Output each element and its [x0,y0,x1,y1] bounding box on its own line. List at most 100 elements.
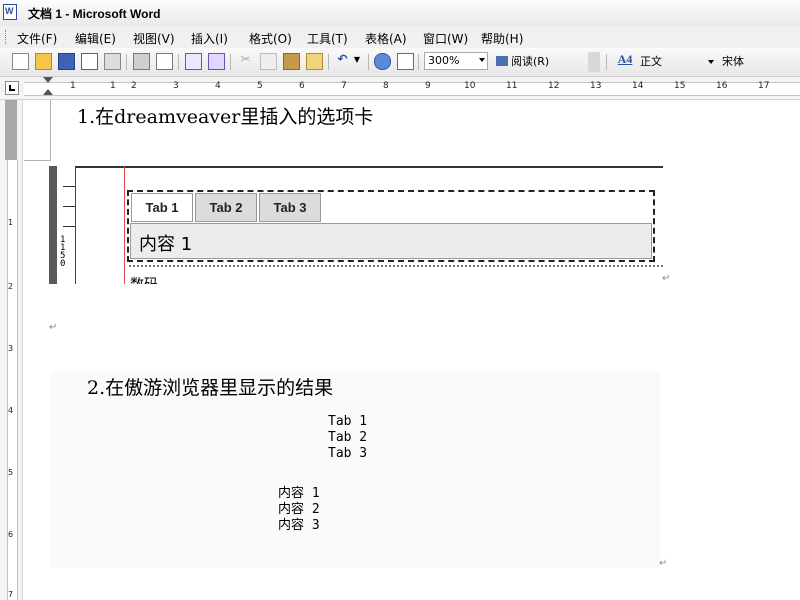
dw-bottom-dashed-border [129,265,663,269]
browser-tab-2[interactable]: Tab 2 [328,430,367,446]
dw-tab-2[interactable]: Tab 2 [195,193,257,222]
toolbar-separator [606,54,607,70]
menu-tools[interactable]: 工具(T) [307,30,348,47]
hyperlink-icon[interactable] [374,53,391,70]
dw-tab-1[interactable]: Tab 1 [131,193,193,222]
menu-edit[interactable]: 编辑(E) [75,30,116,47]
ruler-number: 1 [70,81,76,91]
heading-browser: 2.在傲游浏览器里显示的结果 [87,377,334,399]
dw-margin-line [124,166,125,284]
horizontal-ruler: 1 1 2 3 4 5 6 7 8 9 10 11 12 13 14 15 16… [0,77,800,100]
book-icon [496,56,508,66]
ruler-number: 10 [464,81,476,91]
ruler-number: 4 [215,81,221,91]
vruler-number: 2 [8,282,14,291]
menu-view[interactable]: 视图(V) [133,30,175,47]
copy-icon[interactable] [260,53,277,70]
spelling-icon[interactable] [185,53,202,70]
dw-tab-content: 内容 1 [130,223,652,259]
toolbar-overflow-chevron[interactable] [588,52,600,72]
paragraph-mark: ↵ [49,322,58,333]
permission-icon[interactable] [81,53,98,70]
ruler-number: 16 [716,81,728,91]
ruler-number: 2 [131,81,137,91]
heading-dreamweaver: 1.在dreamveaver里插入的选项卡 [77,106,374,128]
zoom-select[interactable]: 300% [424,52,488,70]
menu-format[interactable]: 格式(O) [249,30,292,47]
paragraph-mark: ↵ [659,558,668,569]
dw-cut-off-text: 数码 [130,274,158,284]
menubar-grip[interactable] [5,30,9,44]
vruler-number: 1 [8,218,14,227]
dw-tab-3[interactable]: Tab 3 [259,193,321,222]
toolbar-separator [328,54,329,70]
toolbar-separator [126,54,127,70]
browser-content-1: 内容 1 [278,486,320,501]
vruler-number: 4 [8,406,14,415]
browser-tab-3[interactable]: Tab 3 [328,446,367,462]
hanging-indent-marker[interactable] [43,89,53,95]
dw-ruler-numbers: 1 1 5 0 [60,235,66,269]
first-line-indent-marker[interactable] [43,77,53,83]
menu-insert[interactable]: 插入(I) [191,30,228,47]
print-icon[interactable] [133,53,150,70]
zoom-value: 300% [428,54,460,67]
menu-help[interactable]: 帮助(H) [481,30,523,47]
read-button[interactable]: 阅读(R) [496,53,549,69]
toolbar-separator [230,54,231,70]
word-app-icon[interactable] [3,4,17,20]
print-preview-icon[interactable] [156,53,173,70]
table-icon[interactable] [397,53,414,70]
paste-icon[interactable] [283,53,300,70]
toolbar-separator [178,54,179,70]
window-title: 文档 1 - Microsoft Word [28,7,161,21]
font-select[interactable]: 宋体 [722,53,744,69]
ruler-number: 5 [257,81,263,91]
toolbar-separator [368,54,369,70]
title-bar: 文档 1 - Microsoft Word [0,0,800,27]
read-label: 阅读(R) [511,55,550,68]
open-folder-icon[interactable] [35,53,52,70]
format-painter-icon[interactable] [306,53,323,70]
tab-selector-icon[interactable] [5,81,19,95]
style-select[interactable]: 正文 [640,53,662,69]
standard-toolbar: ✂ ↶ ▼ 300% 阅读(R) A4 正文 宋体 [0,48,800,77]
ruler-number: 1 [110,81,116,91]
chevron-down-icon[interactable] [708,60,714,64]
cut-icon[interactable]: ✂ [237,51,254,68]
new-document-icon[interactable] [12,53,29,70]
browser-screenshot[interactable]: 2.在傲游浏览器里显示的结果 Tab 1 Tab 2 Tab 3 内容 1 内容… [50,372,660,568]
undo-icon[interactable]: ↶ [334,51,351,68]
ruler-number: 12 [548,81,560,91]
dw-ruler-tick [63,206,75,207]
vruler-number: 3 [8,344,14,353]
undo-dropdown-icon[interactable]: ▼ [352,51,362,68]
ruler-number: 8 [383,81,389,91]
browser-content-2: 内容 2 [278,502,320,517]
dw-ruler-tick [63,226,75,227]
ruler-number: 13 [590,81,602,91]
research-icon[interactable] [208,53,225,70]
dw-tab-bar: Tab 1 Tab 2 Tab 3 [131,193,651,223]
ruler-number: 6 [299,81,305,91]
save-icon[interactable] [58,53,75,70]
dw-ruler-tick [63,186,75,187]
ruler-number: 7 [341,81,347,91]
page-margin-corner [24,100,51,161]
styles-formatting-icon[interactable]: A4 [614,51,636,68]
vertical-ruler: 1 2 3 4 5 6 7 [0,100,23,600]
menu-table[interactable]: 表格(A) [365,30,407,47]
vruler-number: 5 [8,468,14,477]
vertical-ruler-margin [5,100,17,160]
ruler-number: 17 [758,81,770,91]
browser-tab-1[interactable]: Tab 1 [328,414,367,430]
ruler-number: 9 [425,81,431,91]
email-icon[interactable] [104,53,121,70]
ruler-number: 15 [674,81,686,91]
menu-file[interactable]: 文件(F) [17,30,57,47]
paragraph-mark: ↵ [662,273,671,284]
menu-window[interactable]: 窗口(W) [423,30,468,47]
menu-bar: 文件(F) 编辑(E) 视图(V) 插入(I) 格式(O) 工具(T) 表格(A… [0,26,800,49]
dreamweaver-screenshot[interactable]: 1 1 5 0 Tab 1 Tab 2 Tab 3 内容 1 数码 [49,166,663,284]
dw-scrollbar [49,166,57,284]
